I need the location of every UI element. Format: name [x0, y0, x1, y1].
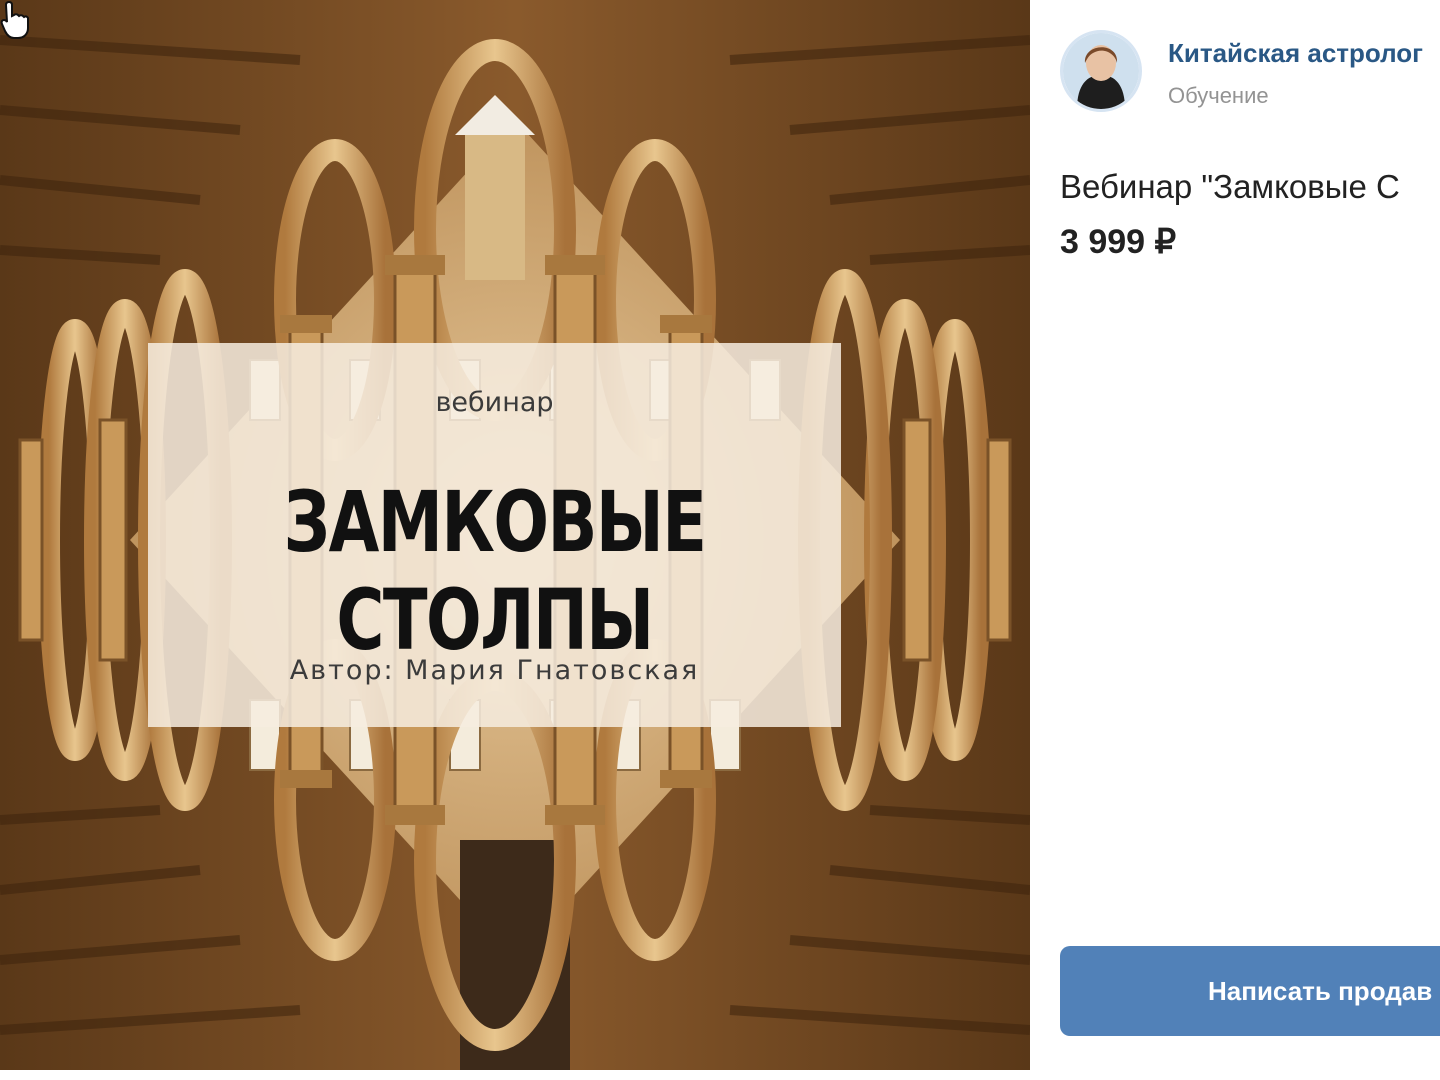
product-title: Вебинар "Замковые С [1060, 168, 1400, 205]
seller-name-link[interactable]: Китайская астролог [1168, 38, 1423, 69]
seller-photo [1063, 33, 1139, 109]
banner-author: Автор: Мария Гнатовская [289, 655, 700, 686]
product-price: 3 999 ₽ [1060, 223, 1177, 261]
product-image[interactable]: вебинар ЗАМКОВЫЕ СТОЛПЫ Автор: Мария Гна… [0, 0, 1030, 1070]
banner-kicker: вебинар [435, 387, 554, 418]
webinar-banner: вебинар ЗАМКОВЫЕ СТОЛПЫ Автор: Мария Гна… [148, 343, 841, 727]
contact-seller-button[interactable]: Написать продав [1060, 946, 1440, 1036]
hand-pointer-icon [0, 0, 29, 39]
seller-avatar[interactable] [1060, 30, 1142, 112]
seller-category: Обучение [1168, 83, 1269, 108]
banner-title: ЗАМКОВЫЕ СТОЛПЫ [283, 473, 707, 669]
product-info-panel: Китайская астролог Обучение Вебинар "Зам… [1030, 0, 1440, 1080]
